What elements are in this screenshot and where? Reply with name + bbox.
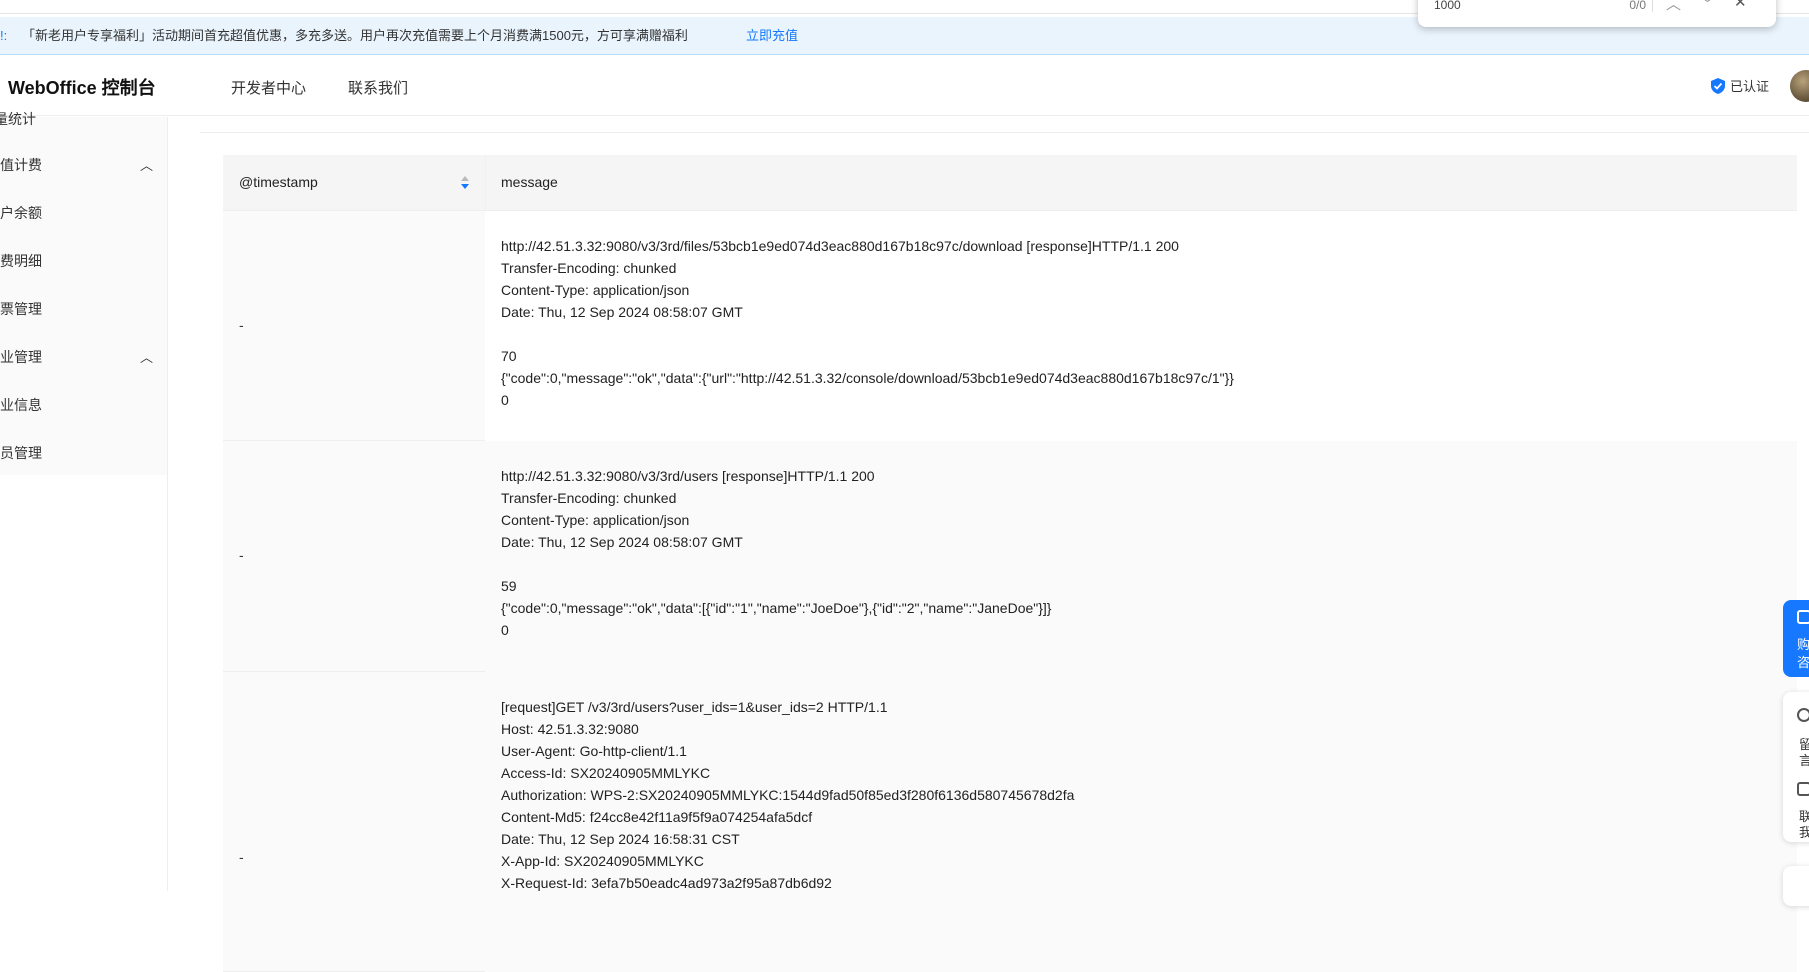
contact-icon[interactable] xyxy=(1797,782,1809,796)
message-cell: [request]GET /v3/3rd/users?user_ids=1&us… xyxy=(485,672,1797,972)
column-header-timestamp[interactable]: @timestamp xyxy=(239,174,318,190)
sidebar-item-invoice[interactable]: 发票管理 xyxy=(0,299,42,319)
table-row[interactable]: - [request]GET /v3/3rd/users?user_ids=1&… xyxy=(223,672,1797,972)
table-row[interactable]: - http://42.51.3.32:9080/v3/3rd/files/53… xyxy=(223,211,1797,441)
notice-text: 「新老用户专享福利」活动期间首充超值优惠，多充多送。用户再次充值需要上个月消费满… xyxy=(22,28,688,43)
find-count: 0/0 xyxy=(1629,0,1646,12)
verified-badge[interactable]: 已认证 xyxy=(1711,76,1769,95)
notice-icon: !: xyxy=(0,28,8,43)
top-header: WebOffice 控制台 开发者中心 联系我们 已认证 xyxy=(0,56,1809,116)
chevron-up-icon[interactable]: ︿ xyxy=(140,155,153,174)
find-prev-icon[interactable]: ︿ xyxy=(1666,0,1681,14)
table-row[interactable]: - http://42.51.3.32:9080/v3/3rd/users [r… xyxy=(223,441,1797,672)
table-header: @timestamp message xyxy=(223,155,1797,211)
column-divider xyxy=(485,155,486,211)
log-table: @timestamp message - http://42.51.3.32:9… xyxy=(223,155,1797,972)
sidebar-item-members[interactable]: 成员管理 xyxy=(0,443,42,463)
user-avatar[interactable] xyxy=(1790,70,1809,102)
sort-icon[interactable] xyxy=(460,175,470,191)
sidebar-item-usage[interactable]: 量统计 xyxy=(0,109,36,129)
contact-label-2[interactable]: 我 xyxy=(1799,822,1809,841)
timestamp-cell: - xyxy=(223,441,485,671)
timestamp-cell: - xyxy=(223,672,485,971)
shield-check-icon xyxy=(1711,78,1725,94)
sidebar-menu: 量统计 充值计费 ︿ 账户余额 消费明细 发票管理 企业管理 ︿ 企业信息 成员… xyxy=(0,111,167,475)
chevron-up-icon[interactable]: ︿ xyxy=(140,347,153,366)
nav-developer-center[interactable]: 开发者中心 xyxy=(231,77,306,98)
message-icon[interactable] xyxy=(1797,708,1809,722)
nav-contact-us[interactable]: 联系我们 xyxy=(348,77,408,98)
find-input[interactable]: 1000 xyxy=(1434,0,1461,12)
find-close-icon[interactable]: ✕ xyxy=(1734,0,1747,11)
content-divider xyxy=(200,132,1809,133)
find-next-icon[interactable]: ﹀ xyxy=(1700,0,1715,14)
find-bar: 1000 0/0 ︿ ﹀ ✕ xyxy=(1418,0,1776,27)
consult-label-2: 咨 xyxy=(1797,655,1809,670)
sidebar-group-enterprise[interactable]: 企业管理 xyxy=(0,347,42,367)
leave-message-label-2[interactable]: 言 xyxy=(1799,750,1809,769)
sidebar: 量统计 充值计费 ︿ 账户余额 消费明细 发票管理 企业管理 ︿ 企业信息 成员… xyxy=(0,111,168,891)
verified-label: 已认证 xyxy=(1730,79,1770,94)
recharge-link[interactable]: 立即充值 xyxy=(746,17,798,55)
consult-float-button[interactable]: 购 咨 xyxy=(1783,600,1809,677)
sidebar-group-billing[interactable]: 充值计费 xyxy=(0,155,42,175)
find-divider xyxy=(1652,0,1653,12)
timestamp-cell: - xyxy=(223,211,485,440)
message-cell: http://42.51.3.32:9080/v3/3rd/users [res… xyxy=(485,441,1797,672)
column-header-message: message xyxy=(501,174,558,190)
sidebar-item-consumption[interactable]: 消费明细 xyxy=(0,251,42,271)
consult-label-1: 购 xyxy=(1797,637,1809,652)
message-cell: http://42.51.3.32:9080/v3/3rd/files/53bc… xyxy=(485,211,1797,441)
contact-float-panel: 留 言 联 我 xyxy=(1783,692,1809,842)
sidebar-item-balance[interactable]: 账户余额 xyxy=(0,203,42,223)
float-extra-button[interactable] xyxy=(1783,866,1809,906)
chat-icon xyxy=(1797,610,1809,624)
app-logo[interactable]: WebOffice 控制台 xyxy=(8,74,156,100)
sidebar-item-enterprise-info[interactable]: 企业信息 xyxy=(0,395,42,415)
